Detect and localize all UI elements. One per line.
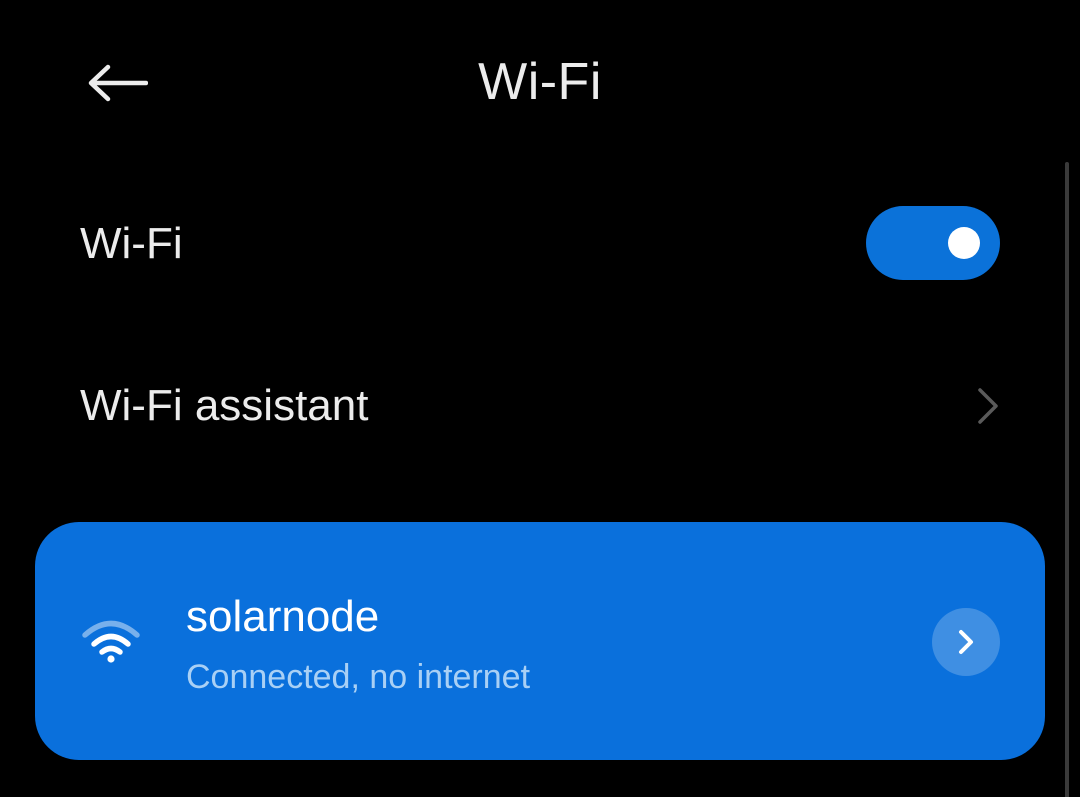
network-status: Connected, no internet	[186, 658, 531, 696]
wifi-icon	[82, 620, 140, 663]
connected-network-card[interactable]: solarnode Connected, no internet	[35, 522, 1045, 760]
wifi-toggle-row[interactable]: Wi-Fi	[0, 200, 1080, 288]
wifi-toggle-label: Wi-Fi	[80, 219, 183, 268]
page-title: Wi-Fi	[478, 53, 602, 111]
network-details-button[interactable]	[932, 608, 1000, 676]
chevron-right-icon	[959, 630, 973, 654]
wifi-assistant-label: Wi-Fi assistant	[80, 381, 369, 430]
chevron-right-icon	[978, 388, 998, 424]
wifi-toggle-switch[interactable]	[866, 206, 1000, 280]
wifi-settings-screen: Wi-Fi Wi-Fi Wi-Fi assistant solarnode Co…	[0, 0, 1080, 797]
network-name: solarnode	[186, 592, 380, 641]
wifi-assistant-row[interactable]: Wi-Fi assistant	[0, 362, 1080, 450]
toggle-knob	[948, 227, 980, 259]
